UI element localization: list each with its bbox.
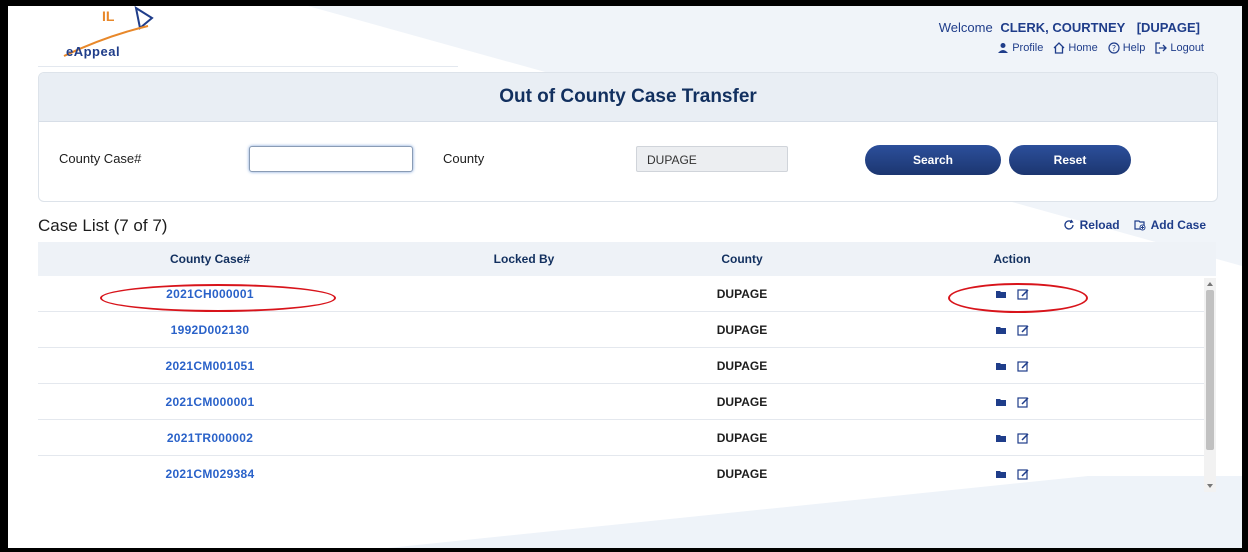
action-cell xyxy=(818,396,1206,408)
svg-text:?: ? xyxy=(1112,44,1116,53)
table-row: 2021CH000001 DUPAGE xyxy=(38,276,1216,312)
folder-icon[interactable] xyxy=(995,396,1007,408)
folder-icon[interactable] xyxy=(995,288,1007,300)
nav-home-label: Home xyxy=(1068,42,1098,54)
county-field: DUPAGE xyxy=(636,146,788,172)
nav-logout-label: Logout xyxy=(1170,42,1204,54)
edit-icon[interactable] xyxy=(1017,396,1029,408)
nav-help[interactable]: ? Help xyxy=(1108,42,1146,54)
scroll-thumb[interactable] xyxy=(1206,290,1214,450)
scroll-up-arrow-icon[interactable] xyxy=(1207,282,1213,286)
scroll-down-arrow-icon[interactable] xyxy=(1207,484,1213,488)
county-cell: DUPAGE xyxy=(716,466,768,481)
action-cell xyxy=(818,360,1206,372)
panel-header: Out of County Case Transfer xyxy=(39,73,1217,122)
edit-icon[interactable] xyxy=(1017,288,1029,300)
action-cell xyxy=(818,324,1206,336)
app-window: IL eAppeal Welcome CLERK, COURTNEY [DUPA… xyxy=(8,6,1242,548)
edit-icon[interactable] xyxy=(1017,360,1029,372)
folder-icon[interactable] xyxy=(995,324,1007,336)
table-row: 2021CM029384 DUPAGE xyxy=(38,456,1216,490)
table-row: 1992D002130 DUPAGE xyxy=(38,312,1216,348)
add-case-label: Add Case xyxy=(1150,218,1206,232)
action-cell xyxy=(818,288,1206,300)
county-cell: DUPAGE xyxy=(716,358,768,373)
logo-text: eAppeal xyxy=(66,44,121,59)
folder-icon[interactable] xyxy=(995,468,1007,480)
home-icon xyxy=(1053,42,1065,54)
county-label: County xyxy=(443,151,485,166)
edit-icon[interactable] xyxy=(1017,468,1029,480)
county-cell: DUPAGE xyxy=(716,286,768,301)
case-list-title: Case List (7 of 7) xyxy=(38,216,168,235)
case-link[interactable]: 1992D002130 xyxy=(171,323,250,337)
page-title: Out of County Case Transfer xyxy=(499,86,757,107)
user-county: [DUPAGE] xyxy=(1136,20,1200,35)
case-table: County Case# Locked By County Action 202… xyxy=(38,242,1216,490)
action-cell xyxy=(818,432,1206,444)
nav-help-label: Help xyxy=(1122,42,1146,54)
folder-icon[interactable] xyxy=(995,360,1007,372)
eappeal-logo[interactable]: IL eAppeal xyxy=(36,6,156,64)
welcome-text: Welcome CLERK, COURTNEY [DUPAGE] xyxy=(939,20,1200,35)
reload-button[interactable]: Reload xyxy=(1063,218,1120,232)
case-link[interactable]: 2021CM029384 xyxy=(165,467,254,481)
nav-profile-label: Profile xyxy=(1012,42,1044,54)
table-header: County Case# Locked By County Action xyxy=(38,242,1216,276)
help-icon: ? xyxy=(1108,42,1120,54)
county-cell: DUPAGE xyxy=(716,322,768,337)
county-case-label: County Case# xyxy=(59,151,142,166)
column-header-county[interactable]: County xyxy=(666,252,818,266)
table-row: 2021TR000002 DUPAGE xyxy=(38,420,1216,456)
nav-home[interactable]: Home xyxy=(1053,42,1098,54)
table-row: 2021CM000001 DUPAGE xyxy=(38,384,1216,420)
case-link[interactable]: 2021TR000002 xyxy=(167,431,253,445)
action-cell xyxy=(818,468,1206,480)
case-link[interactable]: 2021CM000001 xyxy=(165,395,254,409)
add-case-button[interactable]: Add Case xyxy=(1134,218,1206,232)
table-body: 2021CH000001 DUPAGE 1992D002130 DUPAGE 2… xyxy=(38,276,1216,490)
case-transfer-panel: Out of County Case Transfer County Case#… xyxy=(38,72,1218,202)
reload-icon xyxy=(1064,219,1074,230)
header-divider xyxy=(38,66,458,67)
column-header-action: Action xyxy=(993,252,1031,266)
profile-icon xyxy=(998,43,1009,53)
column-header-case[interactable]: County Case# xyxy=(38,252,382,266)
edit-icon[interactable] xyxy=(1017,324,1029,336)
logout-icon xyxy=(1155,42,1168,54)
welcome-label: Welcome xyxy=(938,20,993,35)
edit-icon[interactable] xyxy=(1017,432,1029,444)
user-name: CLERK, COURTNEY xyxy=(1000,20,1126,35)
top-nav: Profile Home ? Help Logout xyxy=(997,42,1204,54)
table-scrollbar[interactable] xyxy=(1204,278,1216,492)
case-link[interactable]: 2021CM001051 xyxy=(165,359,254,373)
reset-button[interactable]: Reset xyxy=(1009,145,1131,175)
search-button[interactable]: Search xyxy=(865,145,1001,175)
folder-icon[interactable] xyxy=(995,432,1007,444)
add-case-icon xyxy=(1134,220,1146,231)
nav-logout[interactable]: Logout xyxy=(1155,42,1204,54)
county-cell: DUPAGE xyxy=(716,430,768,445)
column-header-locked-by[interactable]: Locked By xyxy=(382,252,666,266)
case-link[interactable]: 2021CH000001 xyxy=(166,287,254,301)
table-row: 2021CM001051 DUPAGE xyxy=(38,348,1216,384)
county-case-input[interactable] xyxy=(249,146,413,172)
nav-profile[interactable]: Profile xyxy=(997,42,1043,54)
county-cell: DUPAGE xyxy=(716,394,768,409)
list-actions: Reload Add Case xyxy=(1063,218,1206,232)
reload-label: Reload xyxy=(1079,218,1120,232)
